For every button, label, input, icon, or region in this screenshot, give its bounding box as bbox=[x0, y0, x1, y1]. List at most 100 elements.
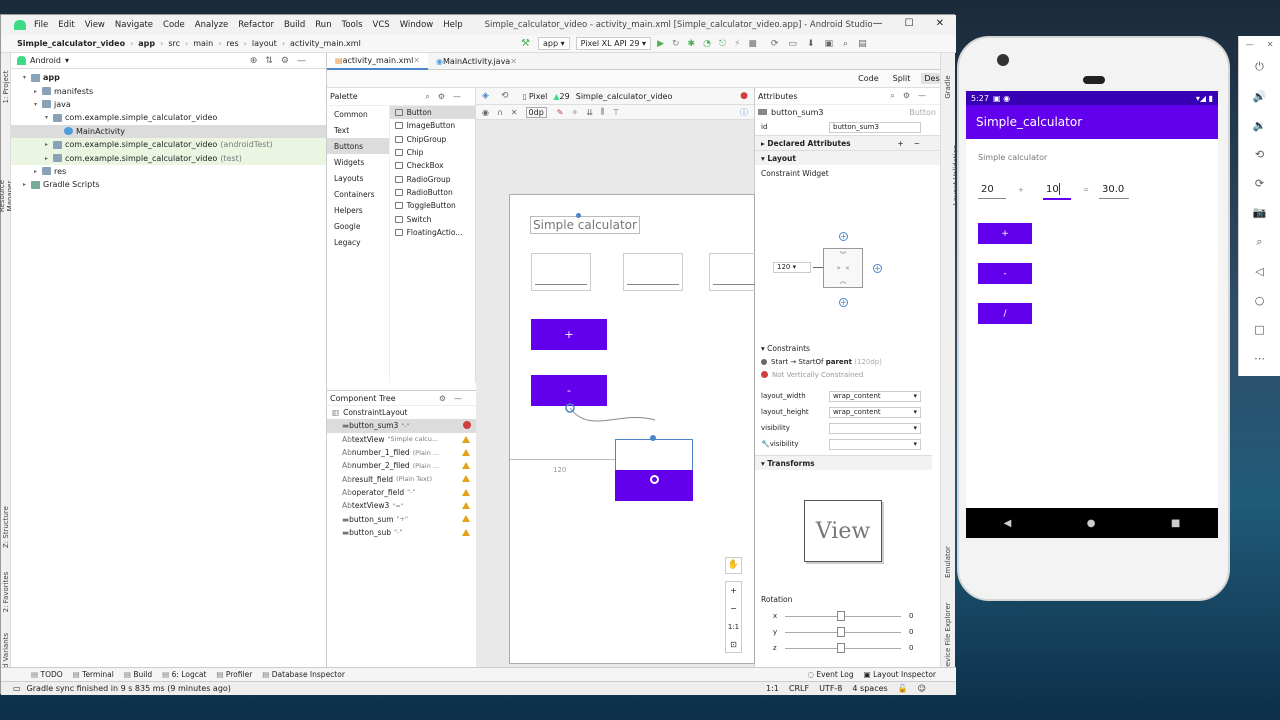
palette-item[interactable]: FloatingActio... bbox=[390, 226, 475, 239]
palette-item[interactable]: CheckBox bbox=[390, 159, 475, 172]
rotation-slider[interactable] bbox=[785, 610, 901, 621]
warning-icon[interactable] bbox=[462, 475, 470, 483]
attach-icon[interactable]: ⎋ bbox=[719, 39, 726, 49]
breadcrumb-item[interactable]: main bbox=[193, 39, 213, 48]
device-file-explorer-tab[interactable]: Device File Explorer bbox=[944, 602, 952, 672]
avd-manager-icon[interactable]: ▭ bbox=[788, 39, 797, 49]
layout-inspector-tab[interactable]: ▣ Layout Inspector bbox=[864, 670, 936, 679]
power-icon[interactable]: ⏻ bbox=[1255, 60, 1264, 74]
default-margin-select[interactable]: 0dp bbox=[525, 106, 547, 118]
add-bottom-constraint-icon[interactable]: + bbox=[839, 298, 848, 307]
zoom-fit-icon[interactable]: ⊡ bbox=[726, 636, 741, 654]
structure-tab[interactable]: Z: Structure bbox=[2, 500, 10, 554]
wand-icon[interactable]: ✧ bbox=[572, 108, 579, 117]
menu-tools[interactable]: Tools bbox=[342, 20, 363, 30]
palette-category[interactable]: Text bbox=[327, 122, 389, 138]
warning-icon[interactable] bbox=[462, 528, 470, 536]
rerun-icon[interactable]: ↻ bbox=[672, 39, 680, 49]
breadcrumb-item[interactable]: src bbox=[168, 39, 180, 48]
back-icon[interactable]: ◀ bbox=[1004, 518, 1012, 529]
number-2-field[interactable]: 10 bbox=[1046, 184, 1059, 195]
menu-analyze[interactable]: Analyze bbox=[195, 20, 229, 30]
chevron-down-icon[interactable]: ▾ bbox=[23, 74, 31, 81]
palette-item[interactable]: ChipGroup bbox=[390, 133, 475, 146]
favorites-tab[interactable]: 2: Favorites bbox=[2, 565, 10, 619]
project-panel-actions[interactable]: ⊕⇅⚙— bbox=[250, 56, 314, 66]
close-tab-icon[interactable]: ✕ bbox=[510, 57, 517, 66]
cursor-position[interactable]: 1:1 bbox=[766, 684, 779, 693]
menu-edit[interactable]: Edit bbox=[58, 20, 74, 30]
palette-item[interactable]: ToggleButton bbox=[390, 199, 475, 212]
component-tree-row[interactable]: ▬ button_sub "-" bbox=[327, 526, 476, 539]
component-tree-row[interactable]: Ab textView3 "=" bbox=[327, 499, 476, 512]
close-icon[interactable]: ✕ bbox=[1267, 40, 1274, 49]
orientation-icon[interactable]: ⟲ bbox=[501, 91, 509, 101]
minimize-icon[interactable]: — bbox=[1246, 40, 1254, 49]
breadcrumb-item[interactable]: Simple_calculator_video bbox=[17, 39, 125, 48]
close-tab-icon[interactable]: ✕ bbox=[413, 56, 420, 65]
component-tree-row[interactable]: ▬ button_sum "+" bbox=[327, 512, 476, 525]
layout-height-select[interactable]: wrap_content ▾ bbox=[829, 406, 921, 418]
editor-tab[interactable]: ▤ activity_main.xml ✕ bbox=[327, 52, 429, 70]
bottom-tool-tab[interactable]: ▤ TODO bbox=[31, 670, 63, 679]
component-tree-row[interactable]: Ab operator_field "-" bbox=[327, 486, 476, 499]
warning-icon[interactable] bbox=[462, 435, 470, 443]
indent-setting[interactable]: 4 spaces bbox=[852, 684, 887, 693]
theme-select[interactable]: Simple_calculator_video bbox=[576, 92, 673, 101]
breadcrumb-item[interactable]: app bbox=[138, 39, 155, 48]
rotate-left-icon[interactable]: ⟲ bbox=[1255, 148, 1264, 161]
chevron-right-icon[interactable]: ▸ bbox=[45, 141, 53, 148]
plus-button-preview[interactable]: + bbox=[531, 319, 607, 350]
number-2-field-preview[interactable] bbox=[623, 253, 683, 291]
chevron-down-icon[interactable]: ▾ bbox=[45, 114, 53, 121]
back-icon[interactable]: ◁ bbox=[1255, 265, 1263, 278]
project-tree-item[interactable]: ▾ java bbox=[11, 98, 326, 111]
project-tree-item[interactable]: ▸ res bbox=[11, 165, 326, 178]
chevron-right-icon[interactable]: ▸ bbox=[45, 155, 53, 162]
menu-build[interactable]: Build bbox=[284, 20, 305, 30]
component-tree-actions[interactable]: ⚙— bbox=[439, 394, 470, 403]
slider-thumb[interactable] bbox=[837, 626, 845, 637]
project-tree-item[interactable]: ▸ manifests bbox=[11, 84, 326, 97]
palette-category[interactable]: Buttons bbox=[327, 138, 389, 154]
warning-icon[interactable] bbox=[462, 462, 470, 470]
constraint-error[interactable]: Not Vertically Constrained bbox=[755, 368, 940, 381]
breadcrumb-item[interactable]: layout bbox=[252, 39, 277, 48]
layout-inspector-icon[interactable]: ▣ bbox=[825, 39, 834, 49]
result-field[interactable]: 30.0 bbox=[1102, 184, 1124, 195]
warning-icon[interactable] bbox=[462, 515, 470, 523]
guidelines-icon[interactable]: ⊤ bbox=[613, 108, 620, 117]
palette-category[interactable]: Layouts bbox=[327, 170, 389, 186]
warning-icon[interactable] bbox=[462, 502, 470, 510]
device-select[interactable]: Pixel XL API 29 ▾ bbox=[575, 37, 652, 50]
rotate-right-icon[interactable]: ⟳ bbox=[1255, 177, 1264, 190]
device-select[interactable]: Pixel bbox=[529, 92, 548, 101]
project-tree-item[interactable]: ▸ com.example.simple_calculator_video (and… bbox=[11, 137, 326, 152]
line-separator[interactable]: CRLF bbox=[789, 684, 809, 693]
component-tree-row[interactable]: Ab result_field (Plain Text) bbox=[327, 472, 476, 485]
sync-icon[interactable]: ⟳ bbox=[771, 39, 779, 49]
palette-item[interactable]: Button bbox=[389, 106, 475, 120]
component-root[interactable]: ▥ ConstraintLayout bbox=[327, 406, 476, 419]
chevron-right-icon[interactable]: ▸ bbox=[34, 88, 42, 95]
magnet-icon[interactable]: ∩ bbox=[497, 108, 503, 117]
error-icon[interactable] bbox=[463, 421, 471, 430]
emulator-tab[interactable]: Emulator bbox=[944, 535, 952, 589]
menu-refactor[interactable]: Refactor bbox=[238, 20, 274, 30]
pack-icon[interactable]: ⇊ bbox=[586, 108, 593, 117]
design-surface[interactable]: Simple calculator + - 120 bbox=[509, 194, 759, 664]
palette-category[interactable]: Helpers bbox=[327, 202, 389, 218]
run-icon[interactable]: ▶ bbox=[657, 39, 664, 49]
search-everywhere-icon[interactable]: ⌕ bbox=[843, 39, 848, 49]
menu-help[interactable]: Help bbox=[443, 20, 462, 30]
tools-visibility-select[interactable]: ▾ bbox=[829, 438, 921, 450]
add-top-constraint-icon[interactable]: + bbox=[839, 232, 848, 241]
palette-category[interactable]: Google bbox=[327, 218, 389, 234]
menu-run[interactable]: Run bbox=[315, 20, 331, 30]
rotation-slider[interactable] bbox=[785, 642, 901, 653]
bottom-tool-tab[interactable]: ▤ Build bbox=[124, 670, 152, 679]
api-select[interactable]: 29 bbox=[560, 92, 570, 101]
profile-icon[interactable]: ◔ bbox=[703, 39, 711, 49]
project-tree-item[interactable]: MainActivity bbox=[11, 124, 326, 138]
palette-category[interactable]: Legacy bbox=[327, 234, 389, 250]
